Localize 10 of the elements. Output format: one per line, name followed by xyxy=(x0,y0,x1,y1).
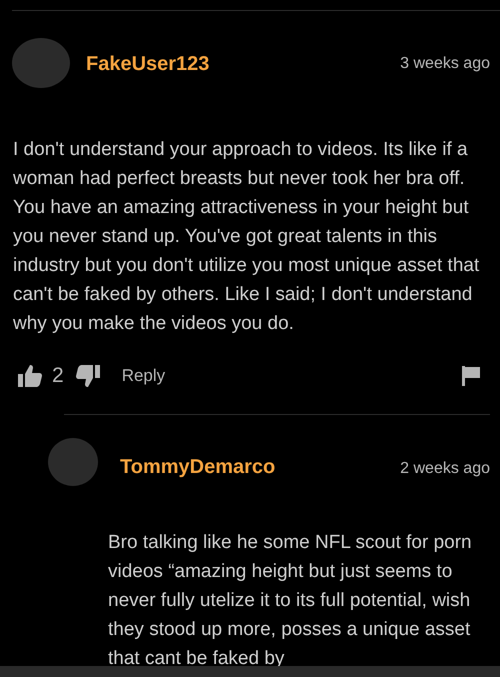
reply-button[interactable]: Reply xyxy=(122,366,166,386)
comment-text: I don't understand your approach to videos. Its like if a woman had perfect breasts but never took her bra off. You have an amazing attractiveness in your height but you never stand up. You've got great talents in this industry but you don't utilize you most unique asset that can't be faked by others. Like I said; I don't understand why you make the videos you do. xyxy=(13,138,480,336)
username[interactable]: TommyDemarco xyxy=(120,456,276,478)
username[interactable]: FakeUser123 xyxy=(86,52,210,76)
thumbs-down-icon[interactable] xyxy=(76,365,100,387)
thumbs-up-icon[interactable] xyxy=(18,365,42,387)
like-count: 2 xyxy=(52,364,64,388)
timestamp: 2 weeks ago xyxy=(400,460,490,478)
flag-icon[interactable] xyxy=(462,366,480,386)
timestamp: 3 weeks ago xyxy=(400,55,490,73)
